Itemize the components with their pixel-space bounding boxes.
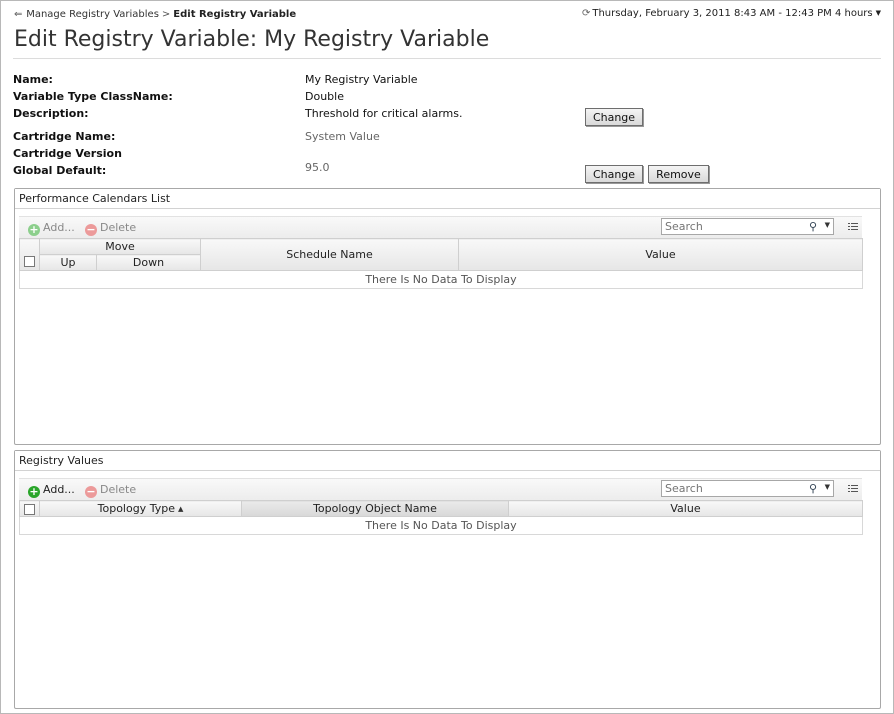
cartridge-name-value: System Value [305, 130, 380, 143]
global-default-label: Global Default: [13, 164, 107, 177]
title-divider [13, 58, 881, 59]
calendars-toolbar: +Add... −Delete ⚲ ▼ [19, 216, 862, 239]
search-icon[interactable]: ⚲ [809, 220, 817, 233]
chevron-down-icon[interactable]: ▼ [825, 221, 830, 229]
empty-message: There Is No Data To Display [19, 270, 863, 289]
search-icon[interactable]: ⚲ [809, 482, 817, 495]
chevron-down-icon[interactable]: ▼ [825, 483, 830, 491]
add-icon: + [28, 485, 40, 498]
panel-title: Performance Calendars List [15, 189, 880, 209]
back-arrow-icon[interactable]: ⇐ [14, 9, 23, 20]
column-header-topology-object-name[interactable]: Topology Object Name [241, 500, 509, 517]
column-chooser-icon[interactable] [848, 221, 860, 233]
select-all-header [19, 238, 40, 271]
registry-values-table: Topology Type ▲ Topology Object Name Valu… [19, 500, 863, 535]
column-header-schedule-name[interactable]: Schedule Name [200, 238, 459, 271]
variable-type-label: Variable Type ClassName: [13, 90, 173, 103]
calendars-search-input[interactable] [662, 219, 808, 233]
column-header-value[interactable]: Value [458, 238, 863, 271]
performance-calendars-panel: Performance Calendars List + Add... − Dele… [14, 188, 881, 445]
time-range-icon: ⟳ [581, 8, 591, 19]
column-chooser-icon[interactable] [848, 483, 860, 495]
calendars-table: Move Schedule Name Value Up Down There I… [19, 238, 863, 289]
registry-delete-button[interactable]: − Delete [85, 482, 136, 498]
calendars-search-field[interactable]: ⚲ ▼ [661, 218, 834, 235]
delete-icon: − [85, 485, 97, 498]
name-value: My Registry Variable [305, 73, 418, 86]
cartridge-version-label: Cartridge Version [13, 147, 122, 160]
registry-values-panel: Registry Values +Add... −Delete ⚲ ▼ [14, 450, 881, 709]
select-all-checkbox[interactable] [24, 503, 35, 515]
breadcrumb-current: Edit Registry Variable [173, 9, 297, 20]
registry-search-input[interactable] [662, 481, 808, 495]
name-label: Name: [13, 73, 53, 86]
time-range-selector[interactable]: ⟳ Thursday, February 3, 2011 8:43 AM - 12… [582, 8, 881, 19]
page-title: Edit Registry Variable: My Registry Vari… [14, 27, 490, 52]
calendars-delete-button[interactable]: − Delete [85, 220, 136, 236]
empty-row: There Is No Data To Display [19, 270, 863, 289]
registry-search-field[interactable]: ⚲ ▼ [661, 480, 834, 497]
add-icon: + [28, 223, 40, 236]
select-all-header [19, 500, 40, 517]
sort-ascending-icon: ▲ [177, 505, 184, 513]
column-header-value[interactable]: Value [508, 500, 863, 517]
column-header-up[interactable]: Up [39, 254, 97, 271]
description-value: Threshold for critical alarms. [305, 107, 463, 120]
breadcrumb: ⇐ Manage Registry Variables > Edit Registr… [14, 9, 296, 20]
breadcrumb-separator: > [161, 9, 171, 20]
delete-icon: − [85, 223, 97, 236]
empty-message: There Is No Data To Display [19, 516, 863, 535]
chevron-down-icon[interactable]: ▼ [876, 9, 881, 17]
panel-title: Registry Values [15, 451, 880, 471]
change-description-button[interactable]: Change [585, 108, 643, 126]
cartridge-name-label: Cartridge Name: [13, 130, 116, 143]
time-range-text: Thursday, February 3, 2011 8:43 AM - 12:… [592, 8, 873, 19]
calendars-add-button[interactable]: + Add... [28, 220, 75, 236]
remove-global-default-button[interactable]: Remove [648, 165, 709, 183]
breadcrumb-link-manage-registry-variables[interactable]: Manage Registry Variables [26, 9, 159, 20]
empty-row: There Is No Data To Display [19, 516, 863, 535]
variable-type-value: Double [305, 90, 344, 103]
description-label: Description: [13, 107, 89, 120]
select-all-checkbox[interactable] [24, 256, 35, 267]
change-global-default-button[interactable]: Change [585, 165, 643, 183]
window-frame: ⇐ Manage Registry Variables > Edit Registr… [0, 0, 894, 714]
column-header-down[interactable]: Down [96, 254, 201, 271]
registry-toolbar: +Add... −Delete ⚲ ▼ [19, 478, 862, 501]
global-default-value: 95.0 [305, 161, 330, 174]
column-header-move: Move [39, 238, 201, 255]
registry-add-button[interactable]: + Add... [28, 482, 75, 498]
column-header-topology-type[interactable]: Topology Type ▲ [39, 500, 242, 517]
